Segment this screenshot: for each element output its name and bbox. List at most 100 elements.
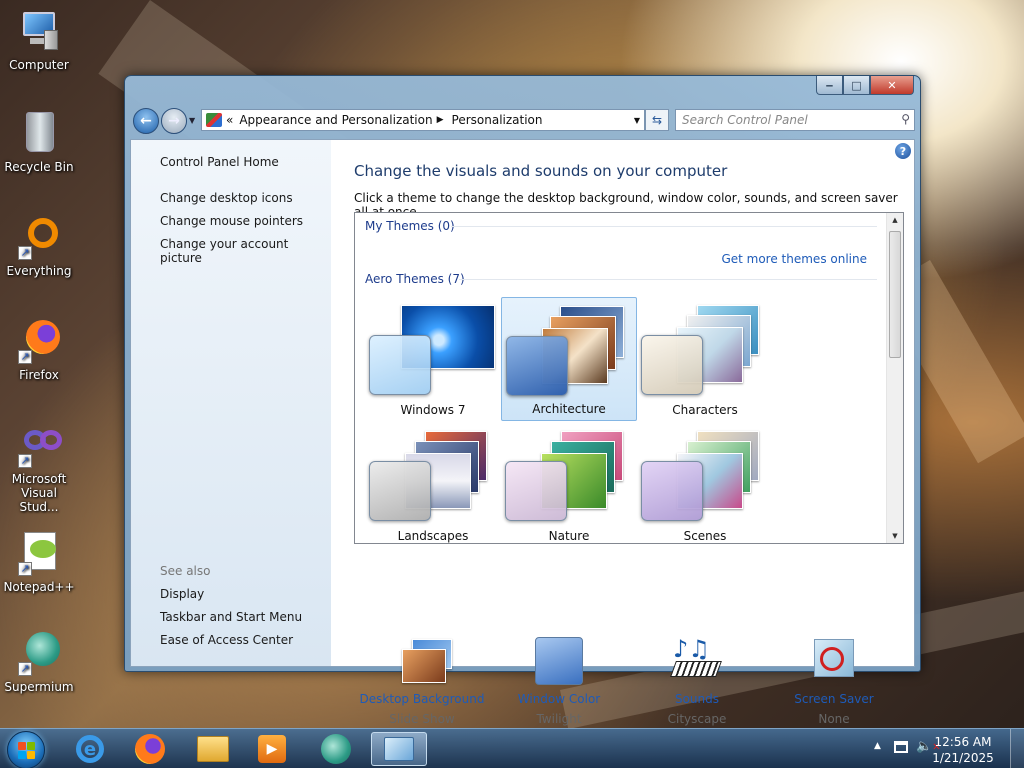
show-desktop-button[interactable] bbox=[1010, 729, 1024, 768]
scroll-thumb[interactable] bbox=[889, 231, 901, 358]
recycle-bin-icon bbox=[16, 110, 62, 156]
display-link[interactable]: Display bbox=[160, 587, 204, 601]
control-panel-home-link[interactable]: Control Panel Home bbox=[160, 155, 279, 169]
breadcrumb-personalization[interactable]: Personalization bbox=[452, 113, 543, 127]
maximize-button[interactable]: □ bbox=[843, 76, 870, 95]
window-color-link[interactable]: Window Color bbox=[494, 692, 624, 706]
scroll-up-arrow-icon[interactable]: ▲ bbox=[887, 216, 903, 224]
screen-saver-link[interactable]: Screen Saver bbox=[769, 692, 899, 706]
show-hidden-icons-button[interactable]: ▲ bbox=[874, 741, 881, 751]
address-bar[interactable]: « Appearance and Personalization ▶ Perso… bbox=[201, 109, 645, 131]
theme-nature[interactable]: Nature bbox=[501, 423, 637, 543]
search-icon[interactable]: ⚲ bbox=[901, 112, 910, 126]
back-arrow-icon: ← bbox=[140, 113, 152, 129]
computer-icon bbox=[16, 8, 62, 54]
screen-saver-setting[interactable]: Screen Saver None bbox=[769, 637, 899, 726]
desktop-background-value: Slide Show bbox=[389, 712, 455, 726]
recent-pages-dropdown[interactable]: ▼ bbox=[189, 116, 195, 125]
theme-list-scrollbar[interactable]: ▲ ▼ bbox=[886, 213, 903, 543]
clock[interactable]: 12:56 AM 1/21/2025 bbox=[928, 734, 998, 766]
folder-icon bbox=[197, 736, 229, 762]
help-button[interactable]: ? bbox=[895, 143, 911, 159]
desktop-icon-visual-studio[interactable]: ↗ Microsoft Visual Stud... bbox=[0, 422, 78, 514]
desktop-icon-label: Supermium bbox=[4, 680, 74, 694]
taskbar-start-menu-link[interactable]: Taskbar and Start Menu bbox=[160, 610, 302, 624]
desktop-icon-notepad-plus-plus[interactable]: ↗ Notepad++ bbox=[0, 530, 78, 594]
start-button[interactable] bbox=[7, 731, 45, 768]
firefox-icon: ↗ bbox=[16, 318, 62, 364]
close-button[interactable]: ✕ bbox=[870, 76, 914, 95]
my-themes-group-header[interactable]: My Themes (0) bbox=[365, 219, 455, 233]
theme-label: Architecture bbox=[532, 402, 606, 416]
personalization-window: ‒ □ ✕ ← → ▼ « Appearance and Personaliza… bbox=[124, 75, 921, 726]
desktop-icon-firefox[interactable]: ↗ Firefox bbox=[0, 318, 78, 382]
desktop-background-link[interactable]: Desktop Background bbox=[357, 692, 487, 706]
back-button[interactable]: ← bbox=[133, 108, 159, 134]
get-more-themes-link[interactable]: Get more themes online bbox=[721, 252, 867, 266]
shortcut-arrow-icon: ↗ bbox=[18, 562, 32, 576]
search-input[interactable]: Search Control Panel ⚲ bbox=[675, 109, 915, 131]
group-divider bbox=[451, 226, 877, 227]
desktop-icon-label: Firefox bbox=[19, 368, 59, 382]
clock-time: 12:56 AM bbox=[934, 735, 992, 749]
breadcrumb-separator-icon[interactable]: ▶ bbox=[437, 115, 444, 125]
change-desktop-icons-link[interactable]: Change desktop icons bbox=[160, 191, 293, 205]
visual-studio-icon: ↗ bbox=[16, 422, 62, 468]
desktop-icon-label: Notepad++ bbox=[3, 580, 75, 594]
minimize-button[interactable]: ‒ bbox=[816, 76, 843, 95]
desktop-background-setting[interactable]: Desktop Background Slide Show bbox=[357, 637, 487, 726]
search-placeholder: Search Control Panel bbox=[682, 113, 808, 127]
taskbar-media-player[interactable]: ▶ bbox=[244, 732, 300, 766]
taskbar-control-panel[interactable] bbox=[371, 732, 427, 766]
sounds-setting[interactable]: ♪♫ Sounds Cityscape bbox=[632, 637, 762, 726]
taskbar-internet-explorer[interactable]: e bbox=[62, 732, 118, 766]
group-divider bbox=[459, 279, 877, 280]
window-color-value: Twilight bbox=[536, 712, 582, 726]
theme-scenes[interactable]: Scenes bbox=[637, 423, 773, 543]
desktop-icon-supermium[interactable]: ↗ Supermium bbox=[0, 630, 78, 694]
theme-windows-7[interactable]: Windows 7 bbox=[365, 297, 501, 421]
left-task-pane: Control Panel Home Change desktop icons … bbox=[131, 140, 331, 666]
sounds-value: Cityscape bbox=[667, 712, 727, 726]
window-color-setting[interactable]: Window Color Twilight bbox=[494, 637, 624, 726]
desktop-icon-recycle-bin[interactable]: Recycle Bin bbox=[0, 110, 78, 174]
everything-icon: ↗ bbox=[16, 214, 62, 260]
change-mouse-pointers-link[interactable]: Change mouse pointers bbox=[160, 214, 303, 228]
desktop-icon-computer[interactable]: Computer bbox=[0, 8, 78, 72]
page-title: Change the visuals and sounds on your co… bbox=[354, 162, 728, 180]
theme-label: Scenes bbox=[683, 529, 727, 543]
desktop-icon-label: Computer bbox=[9, 58, 69, 72]
theme-preview bbox=[641, 301, 767, 397]
network-icon[interactable] bbox=[894, 741, 908, 753]
address-dropdown-icon[interactable]: ▼ bbox=[634, 116, 640, 125]
clock-date: 1/21/2025 bbox=[932, 751, 994, 765]
taskbar-file-explorer[interactable] bbox=[185, 732, 241, 766]
theme-preview bbox=[369, 427, 495, 523]
theme-label: Nature bbox=[548, 529, 590, 543]
notepad-plus-plus-icon: ↗ bbox=[16, 530, 62, 576]
sounds-link[interactable]: Sounds bbox=[632, 692, 762, 706]
theme-preview bbox=[369, 301, 495, 397]
taskbar-supermium[interactable] bbox=[308, 732, 364, 766]
change-account-picture-link[interactable]: Change your account picture bbox=[160, 237, 331, 265]
supermium-icon bbox=[321, 734, 351, 764]
control-panel-icon bbox=[206, 113, 222, 127]
taskbar-firefox[interactable] bbox=[122, 732, 178, 766]
desktop-icon-everything[interactable]: ↗ Everything bbox=[0, 214, 78, 278]
ease-of-access-link[interactable]: Ease of Access Center bbox=[160, 633, 293, 647]
scroll-down-arrow-icon[interactable]: ▼ bbox=[887, 532, 903, 540]
aero-themes-group-header[interactable]: Aero Themes (7) bbox=[365, 272, 465, 286]
theme-architecture[interactable]: Architecture bbox=[501, 297, 637, 421]
screen-saver-value: None bbox=[818, 712, 850, 726]
theme-landscapes[interactable]: Landscapes bbox=[365, 423, 501, 543]
breadcrumb-appearance[interactable]: Appearance and Personalization bbox=[239, 113, 432, 127]
forward-button[interactable]: → bbox=[161, 108, 187, 134]
windows-flag-icon bbox=[18, 742, 36, 760]
taskbar: e ▶ ▲ 🔈✕ 12:56 AM 1/21/2025 bbox=[0, 728, 1024, 768]
address-prefix[interactable]: « bbox=[226, 113, 233, 127]
theme-preview bbox=[505, 427, 631, 523]
theme-characters[interactable]: Characters bbox=[637, 297, 773, 421]
screen-saver-icon bbox=[804, 637, 864, 687]
refresh-button[interactable]: ⇆ bbox=[645, 109, 669, 131]
window-client-area: Control Panel Home Change desktop icons … bbox=[130, 139, 915, 726]
